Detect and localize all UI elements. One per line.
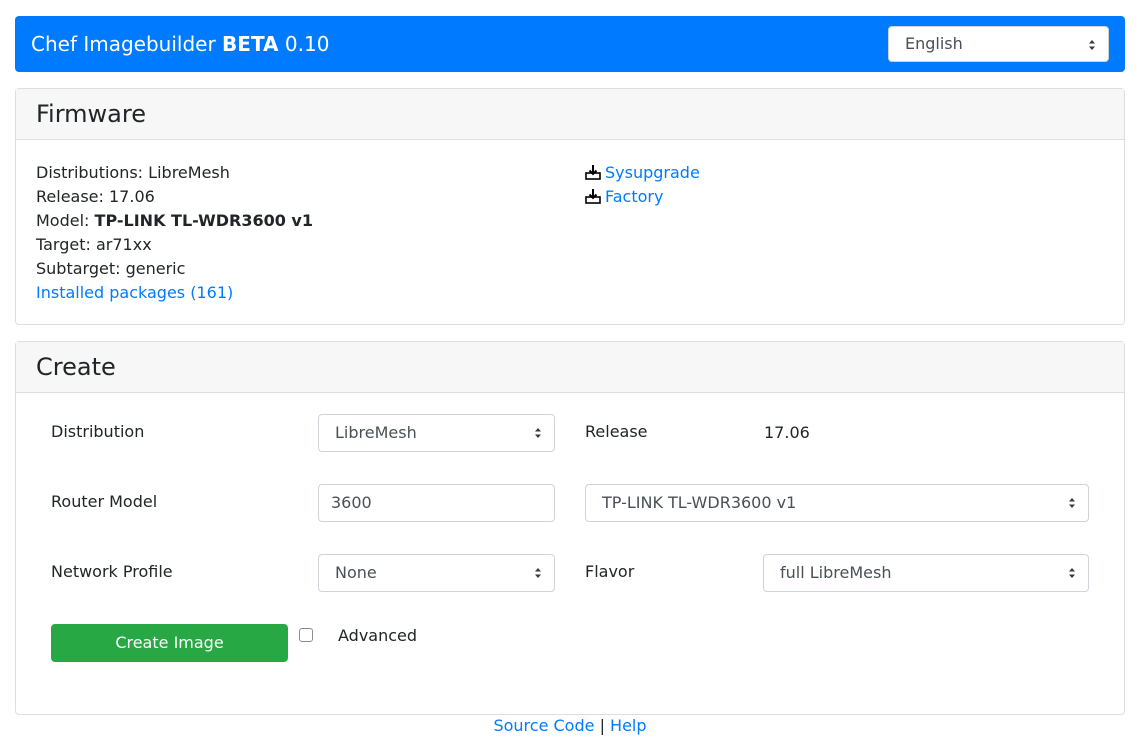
- create-card-title: Create: [16, 342, 1124, 393]
- firmware-subtarget-label: Subtarget:: [36, 259, 121, 278]
- firmware-release-value: 17.06: [109, 187, 155, 206]
- footer: Source Code | Help: [0, 716, 1140, 736]
- flavor-label: Flavor: [585, 562, 635, 581]
- firmware-card-title: Firmware: [16, 89, 1124, 140]
- firmware-distribution-label: Distributions:: [36, 163, 144, 182]
- distribution-select-value: LibreMesh: [335, 423, 417, 442]
- installed-packages-link[interactable]: Installed packages (161): [36, 283, 233, 302]
- flavor-select-value: full LibreMesh: [780, 563, 892, 582]
- advanced-checkbox[interactable]: [299, 628, 313, 642]
- network-profile-label: Network Profile: [51, 562, 173, 581]
- distribution-select[interactable]: LibreMesh: [318, 414, 555, 452]
- distribution-label: Distribution: [51, 422, 145, 441]
- firmware-card: Firmware Distributions: LibreMesh Releas…: [15, 88, 1125, 325]
- firmware-subtarget-value: generic: [125, 259, 186, 278]
- firmware-release: Release: 17.06: [36, 187, 155, 206]
- network-profile-select-value: None: [335, 563, 377, 582]
- router-model-search-input[interactable]: 3600: [318, 484, 555, 522]
- firmware-target-value: ar71xx: [95, 235, 152, 254]
- router-model-select-value: TP-LINK TL-WDR3600 v1: [602, 493, 797, 512]
- select-caret-icon: [535, 568, 541, 578]
- network-profile-select[interactable]: None: [318, 554, 555, 592]
- language-select-value: English: [905, 34, 963, 53]
- download-icon: [585, 189, 601, 204]
- brand-title[interactable]: Chef Imagebuilder BETA 0.10: [31, 16, 329, 72]
- firmware-model: Model: TP-LINK TL-WDR3600 v1: [36, 211, 313, 230]
- release-label: Release: [585, 422, 648, 441]
- select-caret-icon: [535, 428, 541, 438]
- brand-name: Chef Imagebuilder: [31, 32, 216, 56]
- select-caret-icon: [1069, 498, 1075, 508]
- factory-label: Factory: [605, 187, 664, 206]
- language-select[interactable]: English: [888, 26, 1109, 62]
- help-link[interactable]: Help: [610, 716, 646, 735]
- router-model-select[interactable]: TP-LINK TL-WDR3600 v1: [585, 484, 1089, 522]
- firmware-distribution-value: LibreMesh: [148, 163, 230, 182]
- firmware-model-label: Model:: [36, 211, 90, 230]
- sysupgrade-download-link[interactable]: Sysupgrade: [585, 163, 700, 182]
- brand-version: 0.10: [284, 32, 330, 56]
- select-caret-icon: [1069, 568, 1075, 578]
- top-navbar: Chef Imagebuilder BETA 0.10 English: [15, 16, 1125, 72]
- create-card: Create Distribution LibreMesh Release 17…: [15, 341, 1125, 715]
- source-code-link[interactable]: Source Code: [493, 716, 594, 735]
- release-value: 17.06: [764, 423, 810, 442]
- brand-beta: BETA: [222, 32, 279, 56]
- download-icon: [585, 165, 601, 180]
- firmware-target-label: Target:: [36, 235, 91, 254]
- footer-separator: |: [599, 716, 605, 735]
- firmware-subtarget: Subtarget: generic: [36, 259, 185, 278]
- create-image-button[interactable]: Create Image: [51, 624, 288, 662]
- router-model-label: Router Model: [51, 492, 158, 511]
- firmware-model-value: TP-LINK TL-WDR3600 v1: [94, 211, 313, 230]
- flavor-select[interactable]: full LibreMesh: [763, 554, 1089, 592]
- factory-download-link[interactable]: Factory: [585, 187, 663, 206]
- sysupgrade-label: Sysupgrade: [605, 163, 700, 182]
- firmware-release-label: Release:: [36, 187, 104, 206]
- firmware-distribution: Distributions: LibreMesh: [36, 163, 230, 182]
- select-caret-icon: [1089, 40, 1095, 50]
- advanced-label[interactable]: Advanced: [338, 626, 417, 645]
- firmware-target: Target: ar71xx: [36, 235, 152, 254]
